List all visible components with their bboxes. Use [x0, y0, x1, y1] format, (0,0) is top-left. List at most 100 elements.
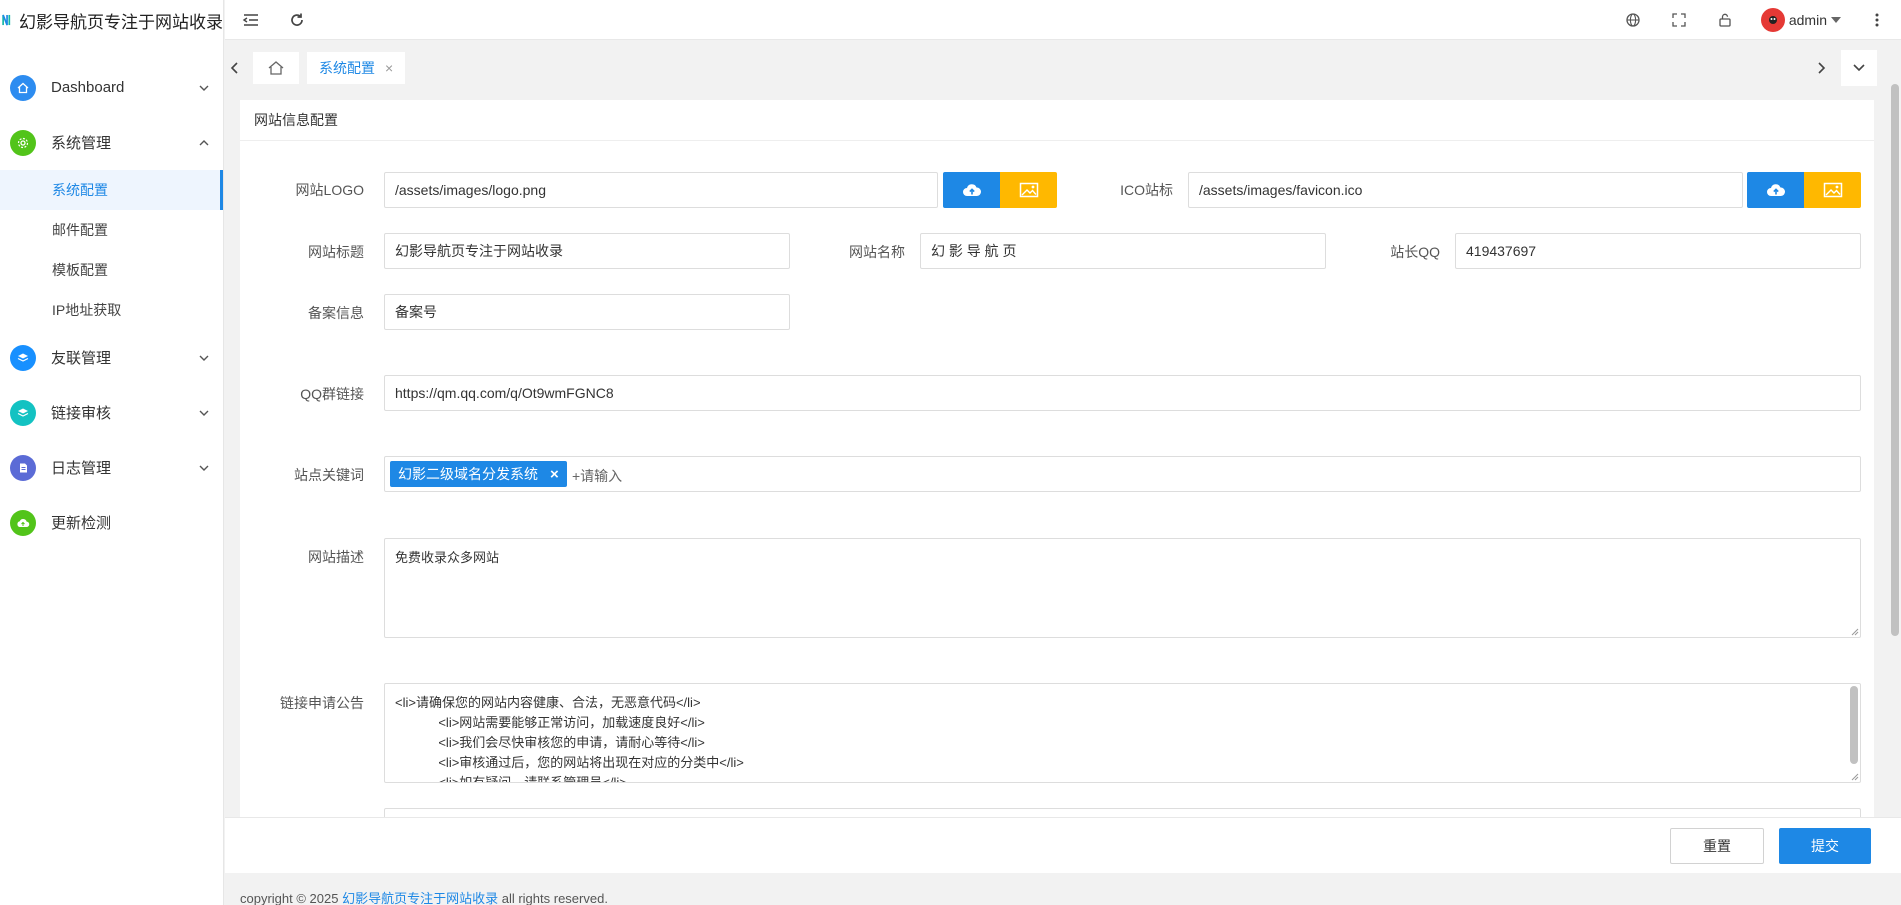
- logo-preview-button[interactable]: [1000, 172, 1057, 208]
- sidebar-item-update-check[interactable]: 更新检测: [0, 495, 223, 550]
- sidebar-subitem-template-config[interactable]: 模板配置: [0, 250, 223, 290]
- tabs-prev-button[interactable]: [225, 50, 245, 86]
- ico-upload-button[interactable]: [1747, 172, 1805, 208]
- home-icon: [10, 74, 36, 101]
- cloud-icon: [10, 509, 36, 536]
- notice-line: <li>审核通过后，您的网站将出现在对应的分类中</li>: [395, 755, 744, 770]
- user-menu[interactable]: admin: [1760, 7, 1841, 32]
- description-text: 免费收录众多网站: [395, 550, 500, 565]
- tabs-bar: 系统配置 ×: [225, 48, 1877, 88]
- copyright-prefix: copyright © 2025: [240, 891, 343, 905]
- description-label: 网站描述: [308, 549, 364, 565]
- notice-line: <li>我们会尽快审核您的申请，请耐心等待</li>: [395, 735, 705, 750]
- chevron-down-icon: [199, 85, 209, 91]
- topbar: admin: [225, 0, 1901, 40]
- tabs-dropdown-button[interactable]: [1841, 50, 1877, 86]
- brand[interactable]: 幻影导航页专注于网站收录: [0, 0, 223, 40]
- sidebar-item-link-review[interactable]: 链接审核: [0, 385, 223, 440]
- layers-icon: [10, 344, 36, 371]
- sidebar-item-dashboard[interactable]: Dashboard: [0, 60, 223, 115]
- document-icon: [10, 454, 36, 481]
- globe-icon[interactable]: [1623, 10, 1643, 30]
- keyword-tag-label: 幻影二级域名分发系统: [398, 466, 538, 482]
- sidebar-item-friendlinks[interactable]: 友联管理: [0, 330, 223, 385]
- caret-down-icon: [1831, 16, 1841, 23]
- sidebar-item-system[interactable]: 系统管理: [0, 115, 223, 170]
- tab-home[interactable]: [253, 52, 299, 84]
- admin-qq-label: 站长QQ: [1390, 244, 1440, 260]
- refresh-icon[interactable]: [287, 10, 307, 30]
- brand-title: 幻影导航页专注于网站收录: [19, 12, 223, 32]
- chevron-down-icon: [199, 465, 209, 471]
- admin-qq-field[interactable]: 419437697: [1455, 233, 1861, 269]
- sidebar-subitem-ip-fetch[interactable]: IP地址获取: [0, 290, 223, 330]
- submit-button[interactable]: 提交: [1779, 828, 1871, 864]
- fullscreen-icon[interactable]: [1669, 10, 1689, 30]
- beian-label: 备案信息: [308, 305, 364, 321]
- notice-line: <li>网站需要能够正常访问，加载速度良好</li>: [395, 715, 705, 730]
- more-vertical-icon[interactable]: [1867, 10, 1887, 30]
- ico-field[interactable]: /assets/images/favicon.ico: [1188, 172, 1743, 208]
- page-scrollbar[interactable]: [1889, 48, 1901, 646]
- user-name: admin: [1788, 11, 1827, 28]
- lock-icon[interactable]: [1715, 10, 1735, 30]
- chevron-right-icon: [1818, 62, 1826, 74]
- page-scrollbar-thumb[interactable]: [1891, 84, 1899, 636]
- settings-icon: [10, 129, 36, 156]
- keywords-new-input[interactable]: +请输入: [572, 466, 622, 486]
- notice-label: 链接申请公告: [280, 695, 364, 711]
- resize-handle-icon[interactable]: [1851, 773, 1859, 781]
- cloud-upload-icon: [1767, 184, 1786, 196]
- resize-handle-icon[interactable]: [1851, 628, 1859, 636]
- avatar: [1760, 7, 1785, 32]
- home-icon: [268, 61, 284, 75]
- sidebar-item-label: 日志管理: [51, 460, 112, 477]
- logo-upload-button[interactable]: [943, 172, 1001, 208]
- chevron-down-icon: [199, 410, 209, 416]
- keyword-tag: 幻影二级域名分发系统 ×: [390, 461, 567, 487]
- notice-line: <li>如有疑问，请联系管理员</li>: [395, 775, 627, 783]
- close-icon[interactable]: ×: [550, 466, 559, 483]
- sidebar-item-label: 链接审核: [51, 405, 112, 422]
- site-title-label: 网站标题: [308, 244, 364, 260]
- chevron-down-icon: [199, 355, 209, 361]
- image-icon: [1019, 182, 1038, 198]
- sidebar-subitem-mail-config[interactable]: 邮件配置: [0, 210, 223, 250]
- copyright: copyright © 2025 幻影导航页专注于网站收录 all rights…: [240, 888, 608, 905]
- notice-textarea[interactable]: <li>请确保您的网站内容健康、合法，无恶意代码</li> <li>网站需要能够…: [384, 683, 1861, 783]
- site-name-label: 网站名称: [849, 244, 905, 260]
- reset-button[interactable]: 重置: [1670, 828, 1764, 864]
- beian-field[interactable]: 备案号: [384, 294, 790, 330]
- sidebar-item-label: 系统管理: [51, 135, 112, 152]
- sidebar-item-label: Dashboard: [51, 79, 125, 96]
- tabs-next-button[interactable]: [1811, 50, 1831, 86]
- sidebar: 幻影导航页专注于网站收录 Dashboard 系统管理 系统配置 邮件配置 模板…: [0, 0, 224, 905]
- menu-collapse-icon[interactable]: [241, 10, 261, 30]
- tab-system-config[interactable]: 系统配置 ×: [307, 52, 406, 84]
- cloud-upload-icon: [963, 184, 982, 196]
- site-title-field[interactable]: 幻影导航页专注于网站收录: [384, 233, 790, 269]
- brand-logo-icon: [2, 14, 11, 26]
- site-name-field[interactable]: 幻 影 导 航 页: [920, 233, 1326, 269]
- chevron-up-icon: [199, 139, 209, 145]
- ico-preview-button[interactable]: [1804, 172, 1861, 208]
- chevron-down-icon: [1853, 64, 1865, 72]
- chevron-left-icon: [230, 62, 238, 74]
- sidebar-menu: Dashboard 系统管理 系统配置 邮件配置 模板配置 IP地址获取 友联管…: [0, 60, 223, 550]
- sidebar-subitem-system-config[interactable]: 系统配置: [0, 170, 223, 210]
- config-card: 网站信息配置 网站LOGO /assets/images/logo.png IC…: [240, 100, 1874, 820]
- qq-group-field[interactable]: https://qm.qq.com/q/Ot9wmFGNC8: [384, 375, 1861, 411]
- notice-scrollbar[interactable]: [1850, 686, 1858, 764]
- description-textarea[interactable]: 免费收录众多网站: [384, 538, 1861, 638]
- sidebar-item-label: 更新检测: [51, 515, 112, 532]
- qq-group-label: QQ群链接: [300, 386, 364, 402]
- copyright-link[interactable]: 幻影导航页专注于网站收录: [342, 891, 498, 905]
- copyright-suffix: all rights reserved.: [498, 891, 608, 905]
- tab-label: 系统配置: [319, 60, 375, 76]
- logo-field[interactable]: /assets/images/logo.png: [384, 172, 938, 208]
- sidebar-item-label: 友联管理: [51, 350, 112, 367]
- sidebar-item-logs[interactable]: 日志管理: [0, 440, 223, 495]
- notice-line: <li>请确保您的网站内容健康、合法，无恶意代码</li>: [395, 695, 701, 710]
- close-icon[interactable]: ×: [385, 60, 393, 76]
- image-icon: [1823, 182, 1842, 198]
